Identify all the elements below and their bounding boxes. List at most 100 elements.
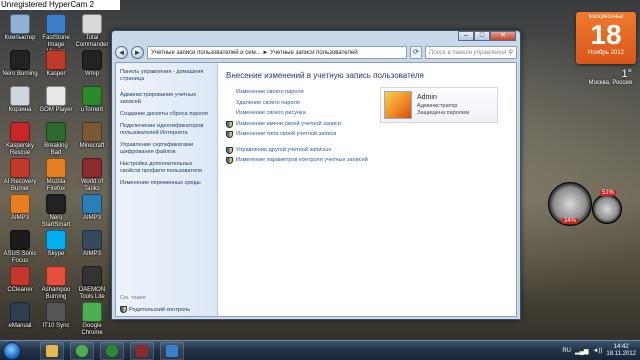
app-icon [10, 122, 30, 142]
app-icon [82, 50, 102, 70]
desktop-icon[interactable]: Корзина [2, 86, 38, 114]
cpu-value: 34% [562, 218, 579, 224]
tray-time: 14:42 [613, 344, 629, 350]
desktop-icon-label: Mozilla Firefox [46, 179, 66, 192]
address-bar[interactable]: Учетные записи пользователей и сем... ► … [147, 45, 407, 59]
left-pane-link[interactable]: Настройка дополнительных свойств профиля… [120, 161, 213, 175]
account-action-link[interactable]: Изменение параметров контроля учетных за… [226, 157, 508, 164]
account-action-link[interactable]: Управление другой учетной записью [226, 146, 508, 154]
desktop-icon[interactable]: Mozilla Firefox [38, 158, 74, 193]
network-icon[interactable]: ▂▄▆ [575, 348, 588, 355]
left-pane-link[interactable]: Управление сертификатами шифрования файл… [120, 142, 213, 156]
left-pane-link[interactable]: Подключение идентификаторов пользователе… [120, 123, 213, 137]
app-icon [82, 14, 102, 34]
desktop-icon[interactable]: CCleaner [2, 266, 38, 294]
search-input[interactable]: Поиск в панели управления ⚲ [425, 45, 517, 59]
desktop-icon-label: Nero Burning [2, 71, 38, 77]
left-pane-link[interactable]: Администрирование учетных записей [120, 92, 213, 106]
desktop-icon-label: Breaking Bad [44, 143, 68, 156]
desktop-icon[interactable]: AIMP3 [74, 230, 110, 258]
back-button[interactable]: ◄ [115, 45, 128, 59]
desktop-icon-label: Minecraft [79, 143, 105, 149]
desktop-icon[interactable]: ASUS Sonic Focus [2, 230, 38, 265]
user-account-card[interactable]: Admin Администратор Защищена паролем [380, 87, 498, 123]
desktop-icon[interactable]: Kasper [38, 50, 74, 78]
account-action-link[interactable]: Изменение типа своей учетной записи [226, 131, 508, 138]
left-pane-link[interactable]: Изменение переменных среды [120, 180, 213, 187]
desktop-icon[interactable]: Total Commander [74, 14, 110, 49]
language-indicator[interactable]: RU [562, 348, 571, 354]
desktop-icon[interactable]: World of Tanks [74, 158, 110, 193]
app-icon [136, 345, 148, 357]
forward-button[interactable]: ► [131, 45, 144, 59]
desktop-icon[interactable]: AI Recovery Burner [2, 158, 38, 193]
app-icon [46, 86, 66, 106]
calendar-gadget[interactable]: воскресенье 18 Ноябрь 2012 [576, 12, 636, 64]
content-area: Панель управления - домашняя страница Адм… [115, 62, 517, 317]
cpu-meter-gadget[interactable]: 34% 51% [548, 182, 622, 238]
calendar-month: Ноябрь 2012 [588, 50, 624, 56]
taskbar-utorrent[interactable] [100, 342, 124, 360]
app-icon [46, 50, 66, 70]
app-icon [82, 194, 102, 214]
account-action-label: Управление другой учетной записью [236, 146, 332, 153]
desktop-icon-label: Google Chrome [81, 323, 103, 336]
desktop-icon[interactable]: Google Chrome [74, 302, 110, 337]
desktop-icon-label: Nero StartSmart [41, 215, 71, 228]
app-icon [46, 14, 66, 34]
desktop-icon-label: Корзина [8, 107, 32, 113]
desktop-icon[interactable]: Skype [38, 230, 74, 258]
desktop-icon[interactable]: DAEMON Tools Lite [74, 266, 110, 301]
desktop-icon[interactable]: AIMP3 [74, 194, 110, 222]
close-button[interactable]: ✕ [490, 31, 516, 41]
app-icon [10, 266, 30, 286]
parental-controls-link[interactable]: Родительский контроль [120, 306, 190, 313]
desktop-icon-label: CCleaner [7, 287, 33, 293]
tray-clock[interactable]: 14:42 18.11.2012 [606, 344, 636, 358]
desktop-icon-label: Kasper [46, 71, 66, 77]
page-title: Внесение изменений в учетную запись поль… [226, 71, 424, 80]
hypercam-watermark: Unregistered HyperCam 2 [0, 0, 120, 10]
left-pane-link[interactable]: Панель управления - домашняя страница [120, 69, 213, 83]
uac-shield-icon [226, 146, 233, 154]
folder-icon [46, 345, 58, 357]
start-button[interactable] [3, 342, 21, 360]
taskbar-app[interactable] [130, 342, 154, 360]
taskbar-control-panel[interactable] [160, 342, 184, 360]
desktop-icon[interactable]: Minecraft [74, 122, 110, 150]
desktop-icon[interactable]: Nero Burning [2, 50, 38, 78]
app-icon [82, 122, 102, 142]
title-bar[interactable]: – □ ✕ [112, 31, 520, 43]
app-icon [10, 14, 30, 34]
app-icon [46, 230, 66, 250]
weather-gadget[interactable]: 1° Москва, Россия [572, 68, 636, 90]
taskbar-explorer[interactable] [40, 342, 64, 360]
desktop-icon[interactable]: Nero StartSmart [38, 194, 74, 229]
left-pane-link[interactable]: Создание дискеты сброса пароля [120, 111, 213, 118]
search-icon[interactable]: ⚲ [509, 47, 513, 59]
refresh-button[interactable]: ⟳ [410, 45, 422, 59]
desktop-icon[interactable]: AIMP3 [2, 194, 38, 222]
desktop-icon[interactable]: eManual [2, 302, 38, 330]
main-pane: Внесение изменений в учетную запись поль… [218, 63, 516, 316]
desktop-icon[interactable]: Компьютер [2, 14, 38, 42]
user-avatar[interactable] [384, 91, 412, 119]
volume-icon[interactable]: ◄)) [592, 348, 602, 354]
desktop-icon[interactable]: Kaspersky Rescue [2, 122, 38, 157]
minimize-button[interactable]: – [458, 31, 474, 41]
desktop-icon[interactable]: Ashampoo Burning [38, 266, 74, 301]
desktop-icon-label: AI Recovery Burner [3, 179, 37, 192]
desktop-icon[interactable]: GOM Player [38, 86, 74, 114]
maximize-button[interactable]: □ [474, 31, 490, 41]
app-icon [10, 194, 30, 214]
desktop-icon-label: Skype [47, 251, 65, 257]
desktop-icon[interactable]: Wmp [74, 50, 110, 78]
desktop-icon-label: World of Tanks [80, 179, 104, 192]
desktop-icon[interactable]: IT10 Sync [38, 302, 74, 330]
desktop-icon[interactable]: Breaking Bad [38, 122, 74, 157]
app-icon [46, 266, 66, 286]
taskbar-chrome[interactable] [70, 342, 94, 360]
taskbar: RU ▂▄▆ ◄)) 14:42 18.11.2012 [0, 340, 640, 360]
desktop-icon[interactable]: uTorrent [74, 86, 110, 114]
calendar-day: 18 [590, 19, 622, 50]
